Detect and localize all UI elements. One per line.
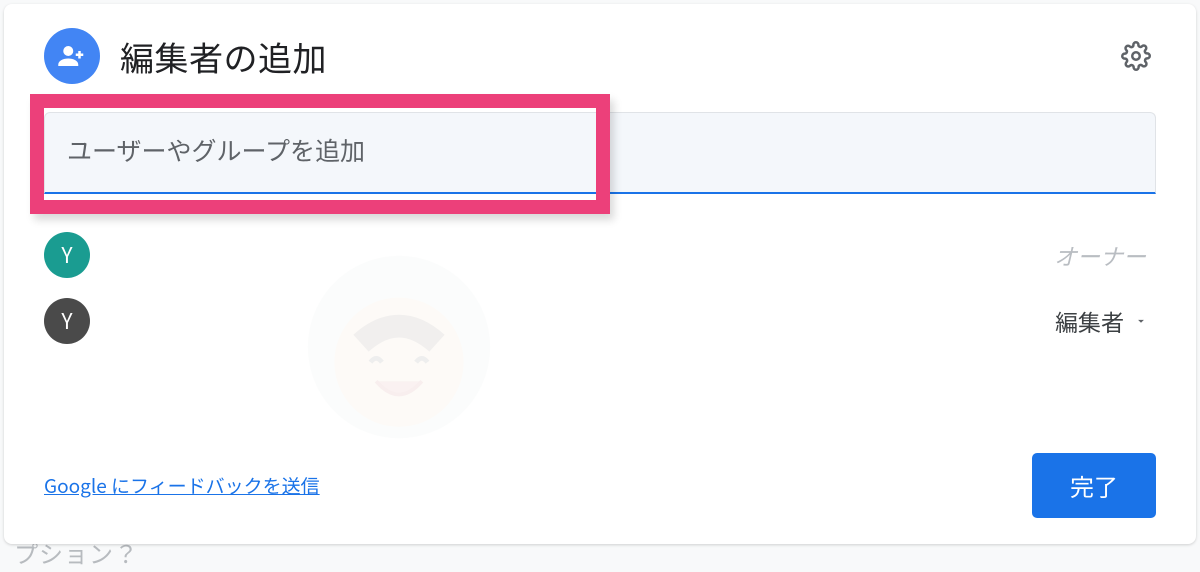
role-owner-label: オーナー	[1054, 238, 1146, 272]
user-list: Y オーナー Y 編集者	[44, 222, 1156, 354]
gear-icon	[1121, 41, 1151, 71]
role-editor-label: 編集者	[1055, 304, 1124, 338]
avatar: Y	[44, 232, 90, 278]
add-people-input[interactable]	[44, 112, 1156, 194]
dialog-footer: Google にフィードバックを送信 完了	[44, 453, 1156, 518]
person-add-icon	[44, 28, 100, 84]
user-row: Y オーナー	[44, 222, 1156, 288]
settings-button[interactable]	[1116, 36, 1156, 76]
dialog-title: 編集者の追加	[120, 32, 327, 81]
feedback-link[interactable]: Google にフィードバックを送信	[44, 472, 320, 499]
dialog-header: 編集者の追加	[44, 28, 1156, 84]
chevron-down-icon	[1134, 314, 1148, 328]
role-selector[interactable]: 編集者	[1047, 298, 1156, 344]
share-dialog: 編集者の追加 Y オーナー Y 編集者	[4, 4, 1196, 544]
done-button[interactable]: 完了	[1032, 453, 1156, 518]
user-row: Y 編集者	[44, 288, 1156, 354]
user-info	[106, 298, 1031, 344]
user-info	[106, 232, 1038, 278]
avatar: Y	[44, 298, 90, 344]
input-area	[44, 112, 1156, 194]
